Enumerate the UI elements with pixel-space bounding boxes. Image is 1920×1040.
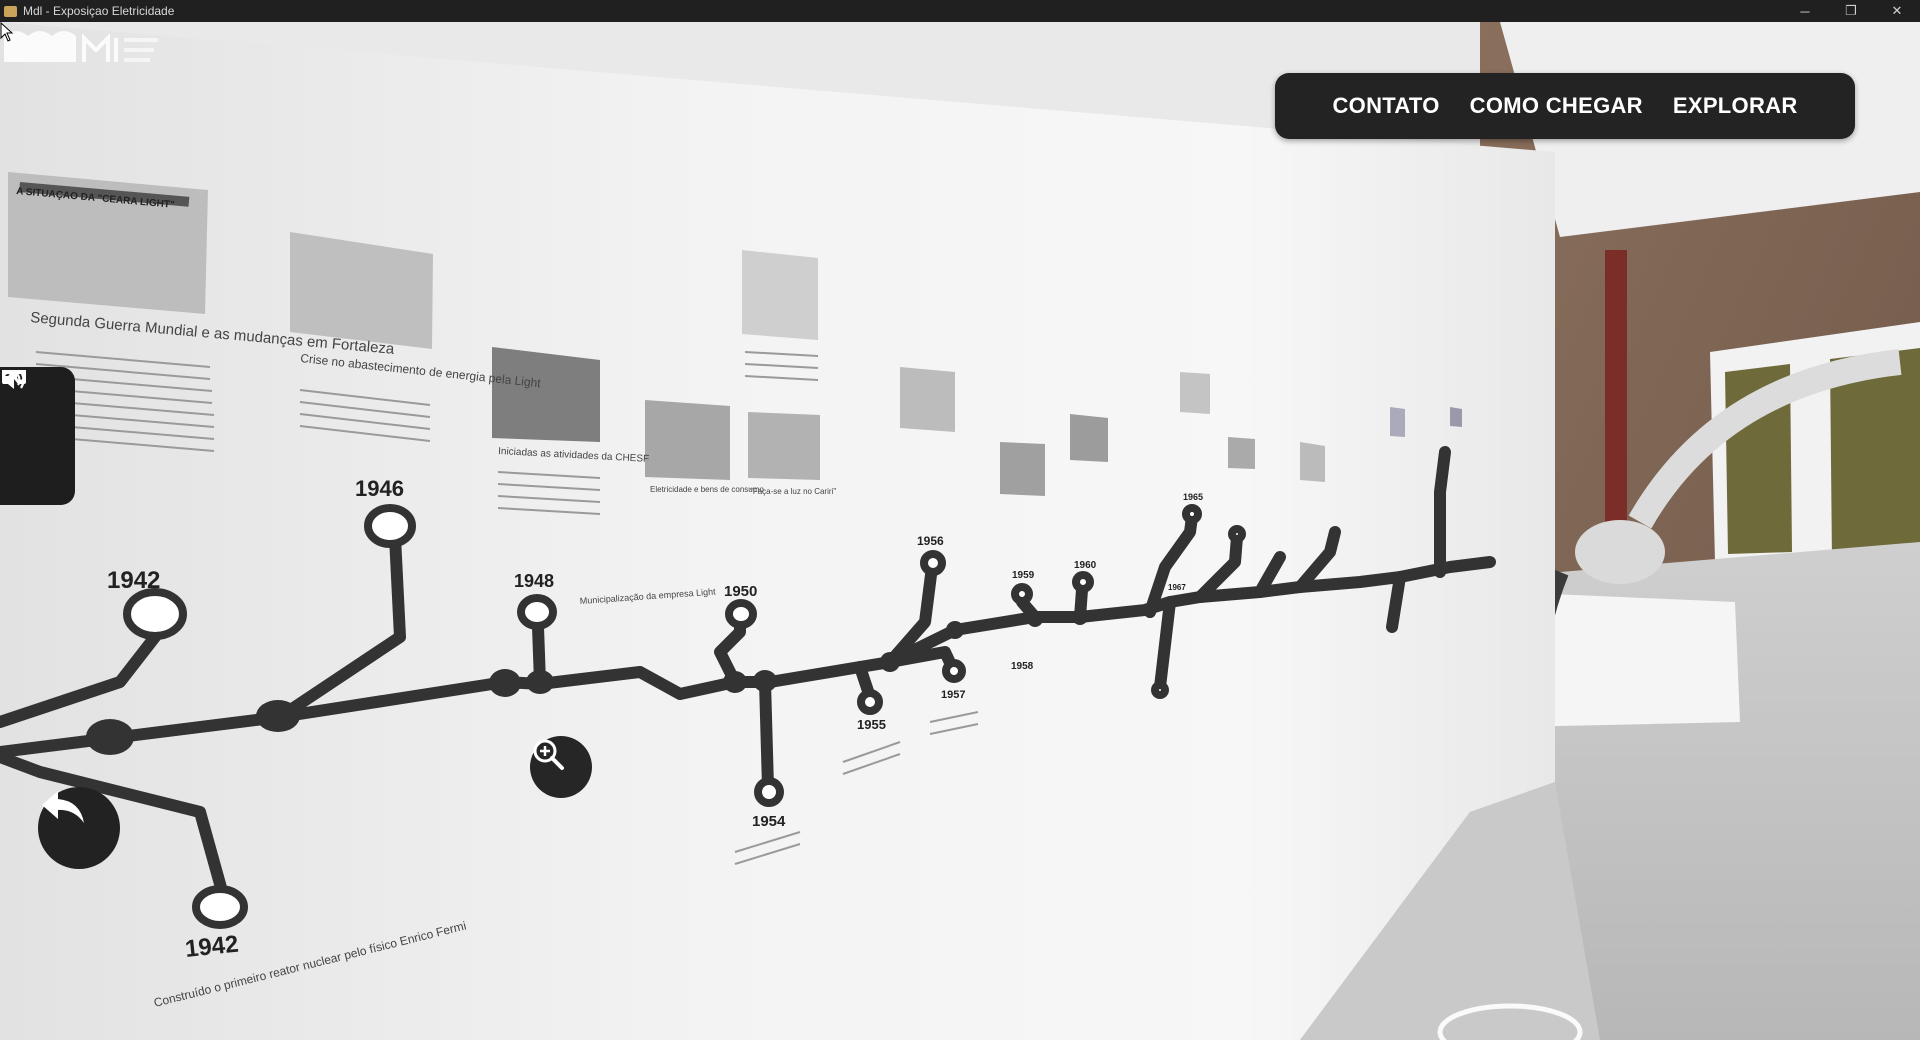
year-label: 1955 bbox=[857, 717, 886, 732]
year-label: 1959 bbox=[1012, 570, 1035, 581]
exhibition-panorama: A SITUAÇAO DA "CEARA LIGHT" Segunda Guer… bbox=[0, 22, 1920, 1040]
year-label: 1965 bbox=[1183, 492, 1203, 502]
year-label: 1948 bbox=[514, 571, 554, 591]
photo-consumer-goods bbox=[645, 400, 730, 480]
zoom-in-icon bbox=[533, 739, 564, 770]
photo-1960 bbox=[1070, 414, 1108, 462]
museum-logo bbox=[4, 31, 158, 62]
close-button[interactable]: ✕ bbox=[1874, 0, 1920, 22]
photo-chesf bbox=[492, 347, 600, 442]
top-navigation: CONTATO COMO CHEGAR EXPLORAR bbox=[1275, 73, 1855, 139]
photo-1980 bbox=[1390, 407, 1405, 437]
year-label: 1956 bbox=[917, 534, 944, 548]
minimize-button[interactable]: ─ bbox=[1782, 0, 1828, 22]
newspaper-cariri bbox=[748, 412, 820, 480]
side-toolbar bbox=[0, 367, 75, 505]
photo-building bbox=[742, 250, 818, 340]
newspaper-clipping-1942: A SITUAÇAO DA "CEARA LIGHT" bbox=[8, 172, 208, 314]
nav-explorar[interactable]: EXPLORAR bbox=[1673, 93, 1798, 119]
nav-como-chegar[interactable]: COMO CHEGAR bbox=[1470, 93, 1643, 119]
year-label: 1954 bbox=[752, 813, 786, 830]
volume-icon bbox=[3, 371, 25, 389]
photo-1956 bbox=[900, 367, 955, 432]
exhibit-object bbox=[1575, 520, 1665, 584]
audio-toggle-button[interactable] bbox=[3, 371, 58, 491]
photo-1968 bbox=[1228, 437, 1255, 469]
year-label: 1942 bbox=[184, 931, 240, 963]
photo-1971 bbox=[1300, 442, 1325, 482]
maximize-button[interactable]: ❐ bbox=[1828, 0, 1874, 22]
window-titlebar: Mdl - Exposiçao Eletricidade ─ ❐ ✕ bbox=[0, 0, 1920, 22]
year-label: 1946 bbox=[355, 476, 404, 501]
year-label: 1960 bbox=[1074, 560, 1097, 571]
caption-cariri: "Faça-se a luz no Cariri" bbox=[750, 487, 836, 496]
year-label: 1958 bbox=[1011, 661, 1034, 672]
nav-contato[interactable]: CONTATO bbox=[1332, 93, 1439, 119]
back-button[interactable] bbox=[38, 787, 120, 869]
caption-light: Eletricidade e bens de consumo bbox=[650, 485, 764, 494]
mouse-cursor-icon bbox=[0, 22, 14, 42]
back-arrow-icon bbox=[42, 791, 84, 823]
zoom-button[interactable] bbox=[530, 736, 592, 798]
photo-1965 bbox=[1180, 372, 1210, 414]
year-label: 1942 bbox=[107, 567, 160, 594]
photo-1959 bbox=[1000, 442, 1045, 496]
exhibit-wall bbox=[0, 22, 1555, 1040]
photo-1990 bbox=[1450, 407, 1462, 427]
app-icon bbox=[4, 5, 17, 17]
window-title: Mdl - Exposiçao Eletricidade bbox=[23, 4, 175, 18]
panorama-viewer[interactable]: A SITUAÇAO DA "CEARA LIGHT" Segunda Guer… bbox=[0, 22, 1920, 1040]
year-label: 1967 bbox=[1168, 583, 1186, 592]
year-label: 1950 bbox=[724, 583, 757, 600]
year-label: 1957 bbox=[941, 689, 965, 701]
